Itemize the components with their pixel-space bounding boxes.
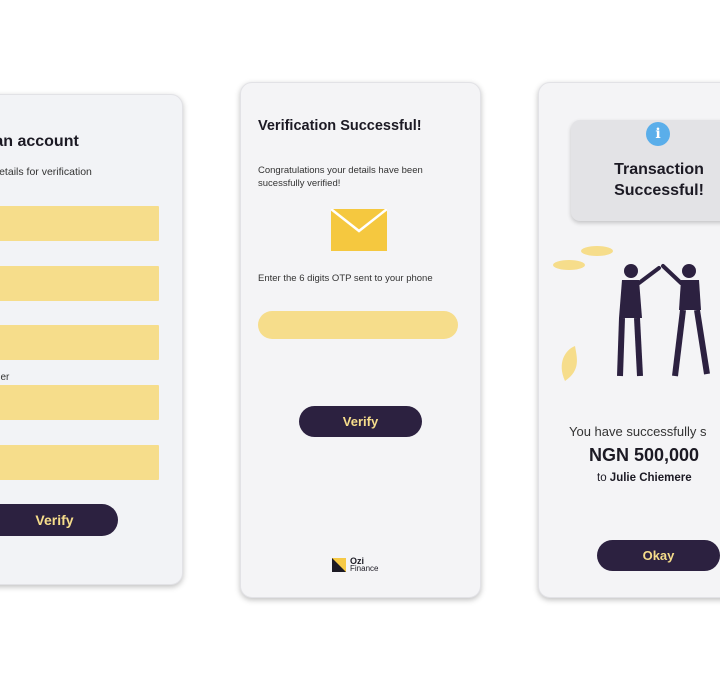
field-label-phone: umber	[0, 372, 10, 383]
verification-title: Verification Successful!	[258, 118, 422, 134]
recipient-name: Julie Chiemere	[609, 472, 692, 484]
create-account-card: e an account ur details for verification…	[0, 94, 183, 585]
high-five-illustration	[553, 246, 710, 381]
info-icon: i	[646, 122, 670, 146]
recipient-prefix: to	[597, 472, 607, 484]
okay-button[interactable]: Okay	[597, 540, 720, 571]
name-field[interactable]	[0, 206, 159, 241]
transaction-message: You have successfully s	[569, 424, 707, 439]
otp-input[interactable]	[258, 311, 458, 339]
ozi-finance-logo: Ozi Finance	[332, 557, 378, 573]
transaction-card: i Transaction Successful! You have succe…	[538, 82, 720, 598]
verification-message: Congratulations your details have been s…	[258, 165, 423, 189]
transaction-recipient: to Julie Chiemere	[597, 472, 692, 484]
date-of-birth-field[interactable]	[0, 445, 159, 480]
verify-button[interactable]: Verify	[0, 504, 118, 536]
verification-card: Verification Successful! Congratulations…	[240, 82, 481, 598]
create-account-title: e an account	[0, 133, 79, 150]
otp-prompt: Enter the 6 digits OTP sent to your phon…	[258, 273, 433, 284]
surname-field[interactable]	[0, 266, 159, 301]
logo-mark-icon	[332, 558, 346, 572]
verify-otp-button[interactable]: Verify	[299, 406, 422, 437]
logo-sub: Finance	[350, 564, 379, 573]
email-field[interactable]	[0, 325, 159, 360]
transaction-title: Transaction Successful!	[614, 161, 704, 199]
phone-number-field[interactable]	[0, 385, 159, 420]
create-account-subtitle: ur details for verification	[0, 166, 92, 178]
envelope-icon	[331, 209, 387, 251]
transaction-amount: NGN 500,000	[589, 445, 700, 465]
